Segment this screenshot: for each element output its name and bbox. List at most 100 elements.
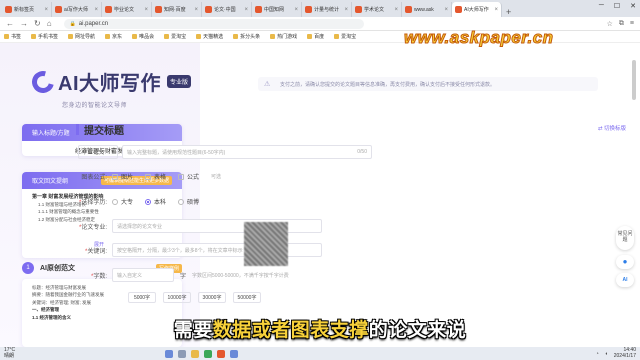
tab-close-icon[interactable]: × bbox=[494, 7, 498, 13]
browser-tab[interactable]: AI大师写作 × bbox=[452, 2, 502, 17]
app-icon[interactable] bbox=[230, 349, 239, 358]
step-title-head-label: 输入标题/方题 bbox=[32, 131, 70, 137]
level-option-radio[interactable]: 大专 bbox=[112, 197, 133, 206]
bookmark-label: 天猫精选 bbox=[203, 34, 224, 40]
help-button[interactable]: 常见问题 bbox=[616, 226, 634, 250]
browser-icon[interactable] bbox=[204, 349, 213, 358]
browser-tab[interactable]: 学术论文 × bbox=[352, 2, 402, 17]
bookmark-item[interactable]: 书签 bbox=[4, 33, 21, 40]
extensions-icon[interactable]: ⧉ bbox=[619, 20, 624, 28]
scrollbar[interactable] bbox=[632, 60, 636, 100]
checkbox-icon bbox=[178, 173, 185, 180]
bookmark-label: 拆分头条 bbox=[240, 34, 261, 40]
chart-option-label: 图片 bbox=[121, 175, 134, 181]
browser-tab[interactable]: 中国知网 × bbox=[252, 2, 302, 17]
wordcount-option-button[interactable]: 10000字 bbox=[163, 292, 191, 303]
bookmark-item[interactable]: 爱淘宝 bbox=[164, 33, 186, 40]
browser-tab[interactable]: 新标签页 × bbox=[2, 2, 52, 17]
tab-close-icon[interactable]: × bbox=[94, 7, 98, 13]
weather-widget[interactable]: 17°C 晴朗 bbox=[4, 347, 15, 359]
wordcount-placeholder: 输入自定义 bbox=[117, 272, 143, 279]
chart-option-label: 公式 bbox=[187, 175, 200, 181]
browser-tab[interactable]: 毕业论文 × bbox=[102, 2, 152, 17]
level-option-radio[interactable]: 硕博 bbox=[178, 197, 199, 206]
degree-select-value: 毕业论文 bbox=[82, 150, 105, 156]
search-icon[interactable] bbox=[178, 349, 187, 358]
keywords-input[interactable]: 按空格隔开，分隔，最少3个，最多8个，将在文章中标示 bbox=[112, 243, 322, 257]
bookmark-item[interactable]: 天猫精选 bbox=[196, 33, 223, 40]
switch-link-text: 切换标版 bbox=[603, 126, 626, 132]
network-icon[interactable]: ◔ bbox=[596, 351, 599, 357]
pro-badge: 专业版 bbox=[167, 75, 192, 88]
major-label: *论文专业: bbox=[78, 224, 107, 231]
tab-close-icon[interactable]: × bbox=[344, 7, 348, 13]
menu-icon[interactable]: ≡ bbox=[630, 20, 634, 28]
start-icon[interactable] bbox=[165, 349, 174, 358]
url-input[interactable]: 🔒 ai.paper.cn bbox=[63, 18, 364, 29]
bookmark-item[interactable]: 手机书签 bbox=[31, 33, 58, 40]
forward-icon[interactable]: → bbox=[20, 19, 28, 28]
explorer-icon[interactable] bbox=[191, 349, 200, 358]
bookmark-item[interactable]: 爱淘宝 bbox=[334, 33, 356, 40]
bookmark-item[interactable]: 热门游戏 bbox=[270, 33, 297, 40]
tab-close-icon[interactable]: × bbox=[194, 7, 198, 13]
title-input[interactable]: 输入完整标题，请使用规范性题目(6-50字内) 0/50 bbox=[122, 145, 372, 159]
refresh-icon[interactable]: ↻ bbox=[34, 19, 41, 28]
tab-label: 毕业论文 bbox=[114, 7, 135, 13]
chart-option-checkbox[interactable]: 表格 bbox=[145, 172, 166, 181]
chart-option-checkbox[interactable]: 图片 bbox=[112, 172, 133, 181]
maximize-icon[interactable]: ☐ bbox=[614, 2, 620, 10]
bookmark-item[interactable]: 百度 bbox=[307, 33, 324, 40]
back-icon[interactable]: ← bbox=[6, 19, 14, 28]
degree-select[interactable]: 毕业论文 ▾ bbox=[78, 145, 118, 159]
logo-icon bbox=[27, 66, 59, 97]
notice-text: 支付之前，请确认您提交的论文题目等信息准确，再支付费用，确认支付后不接受任何形式… bbox=[280, 81, 496, 88]
wordcount-option-button[interactable]: 30000字 bbox=[198, 292, 226, 303]
wordcount-hint: 字数区间5000-50000，不满千字按千字计费 bbox=[192, 272, 289, 279]
tab-close-icon[interactable]: × bbox=[444, 7, 448, 13]
tab-close-icon[interactable]: × bbox=[394, 7, 398, 13]
assistant-icon[interactable]: ● bbox=[616, 255, 634, 269]
switch-version-link[interactable]: ⇄ 切换标版 bbox=[598, 124, 626, 132]
bookmark-folder-icon bbox=[132, 34, 138, 39]
tab-favicon-icon bbox=[205, 6, 212, 13]
volume-icon[interactable]: ◖ bbox=[605, 351, 608, 357]
browser-tab[interactable]: 论文·中国 × bbox=[202, 2, 252, 17]
wordcount-option-button[interactable]: 50000字 bbox=[233, 292, 261, 303]
bookmark-item[interactable]: 网址导航 bbox=[68, 33, 95, 40]
checkbox-icon bbox=[145, 173, 152, 180]
level-option-radio[interactable]: 本科 bbox=[145, 197, 166, 206]
home-icon[interactable]: ⌂ bbox=[47, 19, 52, 28]
bookmark-label: 百度 bbox=[314, 34, 325, 40]
taskbar: 17°C 晴朗 ◔ ◖ 14:40 2024/1/17 bbox=[0, 347, 640, 360]
subtitle-before: 需要 bbox=[173, 320, 213, 341]
clock[interactable]: 14:40 2024/1/17 bbox=[614, 347, 636, 359]
browser-tab[interactable]: 计量与统计 × bbox=[302, 2, 352, 17]
star-icon[interactable]: ☆ bbox=[607, 20, 613, 28]
wordcount-input[interactable]: 输入自定义 bbox=[112, 268, 174, 282]
bookmark-item[interactable]: 唯品会 bbox=[132, 33, 154, 40]
tab-close-icon[interactable]: × bbox=[44, 7, 48, 13]
bookmark-item[interactable]: 京东 bbox=[105, 33, 122, 40]
tab-close-icon[interactable]: × bbox=[244, 7, 248, 13]
app-icon[interactable] bbox=[217, 349, 226, 358]
subtitle-highlight: 数据或者图表支撑 bbox=[212, 320, 369, 341]
wordcount-option-button[interactable]: 5000字 bbox=[128, 292, 156, 303]
ai-button[interactable]: AI bbox=[616, 273, 634, 287]
tab-close-icon[interactable]: × bbox=[294, 7, 298, 13]
tab-favicon-icon bbox=[455, 6, 462, 13]
new-tab-button[interactable]: + bbox=[502, 7, 515, 17]
bookmark-folder-icon bbox=[68, 34, 74, 39]
major-select[interactable]: 请选择您的论文专业 bbox=[112, 219, 322, 233]
browser-tab[interactable]: ai写作大师 × bbox=[52, 2, 102, 17]
chart-option-checkbox[interactable]: 公式 bbox=[178, 172, 199, 181]
bookmark-item[interactable]: 拆分头条 bbox=[233, 33, 260, 40]
browser-tab[interactable]: 知网·百度 × bbox=[152, 2, 202, 17]
wordcount-options: 5000字 10000字 30000字 50000字 bbox=[128, 292, 268, 303]
close-window-icon[interactable]: ✕ bbox=[630, 2, 636, 10]
browser-tab[interactable]: www.ask × bbox=[402, 2, 452, 17]
minimize-icon[interactable]: ─ bbox=[599, 2, 604, 10]
tab-close-icon[interactable]: × bbox=[144, 7, 148, 13]
charts-hint: 可选 bbox=[211, 174, 222, 180]
window-controls: ─ ☐ ✕ bbox=[599, 2, 636, 10]
